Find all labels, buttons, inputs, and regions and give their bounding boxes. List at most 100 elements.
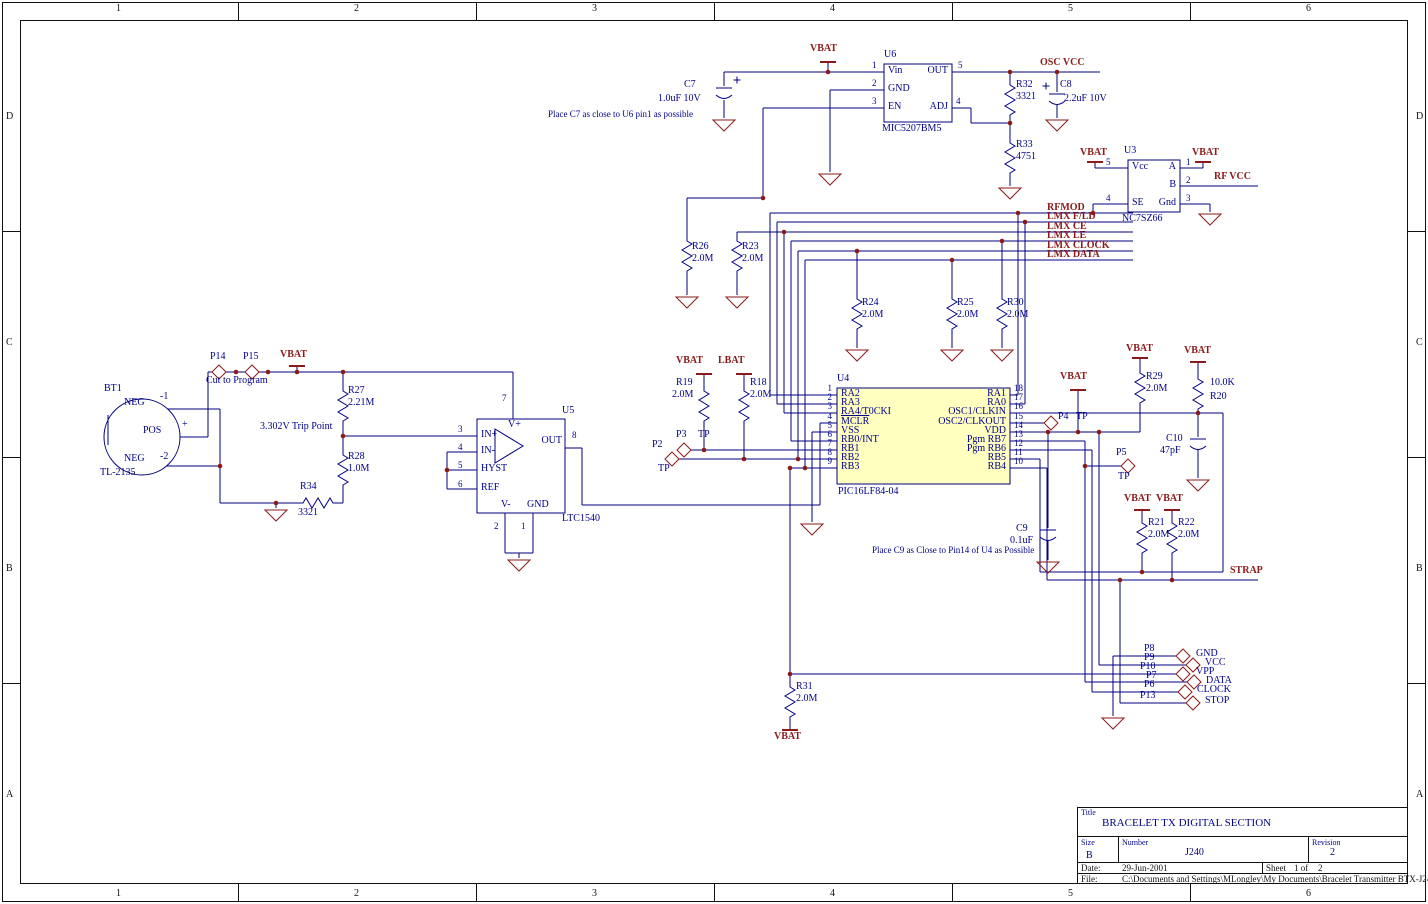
pin-label-hyst: HYST (481, 464, 507, 474)
refdes-p14: P14 (210, 352, 226, 362)
frame-col: 6 (1306, 4, 1311, 14)
refdes-c8: C8 (1060, 80, 1072, 90)
pin-number: 3 (458, 425, 463, 434)
pin-label-se: SE (1132, 198, 1144, 208)
value-r20: 10.0K (1210, 378, 1235, 388)
value-r29: 2.0M (1146, 384, 1167, 394)
pin-number: 2 (872, 79, 877, 88)
value-r30: 2.0M (1007, 310, 1028, 320)
pin-label-inp: IN+ (481, 430, 497, 440)
titleblock-sheet-of: 1 of (1294, 864, 1308, 873)
value-r19: 2.0M (672, 390, 693, 400)
note-c7: Place C7 as close to U6 pin1 as possible (548, 110, 693, 119)
page-title: BRACELET TX DIGITAL SECTION (1102, 818, 1271, 829)
frame-row: B (1416, 564, 1423, 574)
pin-number: 9 (818, 457, 832, 466)
frame-row: D (1416, 112, 1423, 122)
refdes-p4: P4 (1058, 412, 1069, 422)
net-label-strap: STRAP (1230, 566, 1263, 576)
pin-label-vplus: V+ (508, 420, 521, 430)
net-label-vbat: VBAT (810, 44, 837, 54)
pin-number: 4 (1106, 194, 1111, 203)
titleblock-file-label: File: (1081, 875, 1098, 884)
titleblock-date-label: Date: (1081, 864, 1101, 873)
pin-label-vminus: V- (501, 500, 511, 510)
pin-label-ref: REF (481, 483, 499, 493)
refdes-r28: R28 (348, 452, 365, 462)
refdes-c7: C7 (684, 80, 696, 90)
net-label-vbat: VBAT (1156, 494, 1183, 504)
note-cut-to-program: Cut to Program (206, 376, 268, 386)
titleblock-size-label: Size (1081, 839, 1095, 847)
pin-number: 2 (494, 522, 499, 531)
value-r31: 2.0M (796, 694, 817, 704)
battery-terminal-neg1: NEG (124, 398, 145, 408)
schematic-graphics (0, 0, 1428, 904)
pin-label: RB4 (916, 462, 1006, 472)
net-label-stop: STOP (1205, 696, 1229, 706)
refdes-u3: U3 (1124, 146, 1136, 156)
refd es-r19: R19 (676, 378, 693, 388)
pin-number: 1 (521, 522, 526, 531)
value-r21: 2.0M (1148, 530, 1169, 540)
refdes-p5: P5 (1116, 448, 1127, 458)
net-label-lbat: LBAT (718, 356, 745, 366)
refdes-r21: R21 (1148, 518, 1165, 528)
net-label-vbat: VBAT (1126, 344, 1153, 354)
net-label-vbat: VBAT (1080, 148, 1107, 158)
label-tp: TP (658, 464, 670, 474)
frame-row: D (6, 112, 13, 122)
label-tp: TP (1118, 472, 1130, 482)
value-r26: 2.0M (692, 254, 713, 264)
titleblock-sheet-label: Sheet (1266, 864, 1286, 873)
pin-number: 2 (1186, 176, 1191, 185)
net-label-vbat: VBAT (1060, 372, 1087, 382)
value-r33: 4751 (1016, 152, 1036, 162)
battery-terminal-num1: -1 (160, 392, 168, 402)
net-label-lmx-data: LMX DATA (1047, 250, 1100, 260)
pin-label: RB3 (841, 462, 859, 472)
pin-number: 3 (1186, 194, 1191, 203)
net-label-vbat: VBAT (1124, 494, 1151, 504)
value-r25: 2.0M (957, 310, 978, 320)
frame-row: B (6, 564, 13, 574)
pin-label-gnd: GND (888, 84, 910, 94)
pin-label-out: OUT (532, 436, 562, 446)
frame-col: 2 (354, 4, 359, 14)
value-r28: 1.0M (348, 464, 369, 474)
frame-col: 6 (1306, 889, 1311, 899)
value-r22: 2.0M (1178, 530, 1199, 540)
frame-col: 4 (830, 4, 835, 14)
pin-number: 7 (502, 394, 507, 403)
pin-label-out: OUT (918, 66, 948, 76)
schematic-sheet: 1 2 3 4 5 6 1 2 3 4 5 6 D C B A D C B A … (0, 0, 1428, 904)
net-label-vbat: VBAT (280, 350, 307, 360)
value-r23: 2.0M (742, 254, 763, 264)
refdes-r34: R34 (300, 482, 317, 492)
refdes-r18: R18 (750, 378, 767, 388)
refdes-r30: R30 (1007, 298, 1024, 308)
frame-col: 4 (830, 889, 835, 899)
titleblock-rev: 2 (1330, 848, 1335, 858)
pin-label-adj: ADJ (918, 102, 948, 112)
pin-label-vin: Vin (888, 66, 902, 76)
pin-number: 5 (958, 61, 963, 70)
refdes-p3: P3 (676, 430, 687, 440)
refdes-r33: R33 (1016, 140, 1033, 150)
frame-col: 5 (1068, 4, 1073, 14)
part-u3: NC7SZ66 (1122, 214, 1163, 224)
resistor-symbols (300, 82, 1203, 718)
pin-label-gnd: Gnd (1154, 198, 1176, 208)
battery-terminal-plus: + (182, 420, 188, 430)
frame-col: 3 (592, 889, 597, 899)
value-r18: 2.0M (750, 390, 771, 400)
value-c9: 0.1uF (1010, 536, 1033, 546)
pin-number: 10 (1014, 457, 1023, 466)
titleblock-title-label: Title (1081, 809, 1096, 817)
net-label-vbat: VBAT (676, 356, 703, 366)
note-c9: Place C9 as Close to Pin14 of U4 as Poss… (872, 546, 1034, 555)
frame-col: 5 (1068, 889, 1073, 899)
part-bt1: TL-2135 (100, 468, 136, 478)
frame-row: A (1416, 790, 1423, 800)
frame-col: 1 (116, 889, 121, 899)
